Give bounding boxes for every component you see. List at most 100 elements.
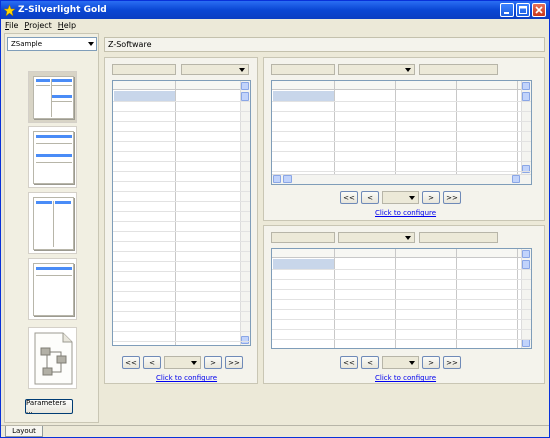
configure-link[interactable]: Click to configure [156, 374, 217, 382]
scroll-thumb[interactable] [241, 92, 249, 101]
maximize-icon [519, 6, 527, 14]
scroll-thumb[interactable] [522, 260, 530, 269]
title-bar: Z-Silverlight Gold [1, 1, 549, 19]
preview-line [36, 143, 72, 144]
horizontal-scrollbar[interactable] [272, 174, 531, 184]
filter-field[interactable] [112, 64, 176, 75]
page-title: Z-Software [104, 37, 545, 52]
preview-line [36, 85, 50, 86]
grid-row-line [272, 171, 531, 172]
grid-row-line [272, 161, 531, 162]
project-select[interactable]: ZSample [7, 37, 97, 51]
first-page-button[interactable]: << [340, 191, 358, 204]
grid-row-line [272, 151, 531, 152]
chevron-down-icon [405, 68, 411, 72]
grid-row-line [272, 101, 531, 102]
grid-row-line [113, 261, 250, 262]
grid-header [272, 81, 531, 90]
scroll-down-icon[interactable] [241, 336, 249, 344]
grid-row-line [272, 141, 531, 142]
filter-field[interactable] [271, 64, 335, 75]
pager: << < > >> [340, 191, 461, 204]
grid-row-line [113, 271, 250, 272]
filter-field[interactable] [271, 232, 335, 243]
parameters-button[interactable]: Parameters ... [25, 399, 73, 415]
maximize-button[interactable] [516, 3, 530, 17]
preview-line [36, 162, 72, 163]
next-page-button[interactable]: > [422, 191, 440, 204]
menu-project[interactable]: Project [24, 21, 51, 30]
grid-column-divider [334, 81, 335, 184]
close-icon [535, 6, 543, 14]
page-select[interactable] [382, 356, 419, 369]
preview-line [53, 201, 54, 247]
grid-row-line [113, 281, 250, 282]
grid-selected-cell[interactable] [273, 91, 334, 101]
grid-column-divider [456, 81, 457, 184]
page-select[interactable] [164, 356, 201, 369]
preview-bar [36, 135, 72, 138]
first-page-button[interactable]: << [122, 356, 140, 369]
menu-help[interactable]: Help [58, 21, 76, 30]
layout-tile-three-panel[interactable] [28, 71, 77, 123]
grid-header [272, 249, 531, 258]
preview-bar [55, 201, 71, 204]
configure-link[interactable]: Click to configure [375, 374, 436, 382]
top-right-grid-panel: << < > >> Click to configure [263, 57, 545, 221]
last-page-button[interactable]: >> [443, 191, 461, 204]
layout-tile-diagram[interactable] [28, 327, 77, 389]
status-bar: Layout [1, 425, 549, 437]
prev-page-button[interactable]: < [361, 356, 379, 369]
close-button[interactable] [532, 3, 546, 17]
minimize-button[interactable] [500, 3, 514, 17]
data-grid[interactable] [271, 80, 532, 185]
grid-row-line [113, 341, 250, 342]
filter-select[interactable] [338, 64, 415, 75]
scroll-thumb[interactable] [283, 175, 292, 183]
layout-tile-two-stacked[interactable] [28, 126, 77, 188]
grid-row-line [272, 121, 531, 122]
grid-row-line [113, 221, 250, 222]
next-page-button[interactable]: > [204, 356, 222, 369]
grid-row-line [272, 319, 531, 320]
grid-row-line [113, 161, 250, 162]
menu-bar: File Project Help [1, 19, 549, 32]
scroll-down-icon[interactable] [522, 339, 530, 347]
prev-page-button[interactable]: < [361, 191, 379, 204]
sidebar: ZSample Parameters ... [4, 33, 99, 423]
scroll-up-icon[interactable] [522, 82, 530, 90]
configure-link[interactable]: Click to configure [375, 209, 436, 217]
filter-field[interactable] [419, 232, 498, 243]
grid-row-line [113, 101, 250, 102]
filter-select[interactable] [181, 64, 249, 75]
scroll-left-icon[interactable] [273, 175, 281, 183]
first-page-button[interactable]: << [340, 356, 358, 369]
grid-selected-cell[interactable] [114, 91, 175, 101]
filter-field[interactable] [419, 64, 498, 75]
next-page-button[interactable]: > [422, 356, 440, 369]
last-page-button[interactable]: >> [225, 356, 243, 369]
prev-page-button[interactable]: < [143, 356, 161, 369]
preview-line [36, 275, 72, 276]
chevron-down-icon [239, 68, 245, 72]
grid-column-divider [395, 81, 396, 184]
tab-layout[interactable]: Layout [5, 426, 43, 437]
layout-tile-two-columns[interactable] [28, 192, 77, 254]
menu-file[interactable]: File [5, 21, 18, 30]
scroll-right-icon[interactable] [512, 175, 520, 183]
last-page-button[interactable]: >> [443, 356, 461, 369]
preview-bar [36, 154, 72, 157]
layout-tile-single[interactable] [28, 258, 77, 320]
grid-selected-cell[interactable] [273, 259, 334, 269]
scroll-thumb[interactable] [522, 92, 530, 101]
page-select[interactable] [382, 191, 419, 204]
scroll-up-icon[interactable] [522, 250, 530, 258]
layout-preview [33, 76, 74, 119]
data-grid[interactable] [271, 248, 532, 349]
layout-preview [33, 131, 74, 184]
filter-select[interactable] [338, 232, 415, 243]
grid-row-line [113, 141, 250, 142]
data-grid[interactable] [112, 80, 251, 346]
grid-row-line [272, 279, 531, 280]
scroll-up-icon[interactable] [241, 82, 249, 90]
